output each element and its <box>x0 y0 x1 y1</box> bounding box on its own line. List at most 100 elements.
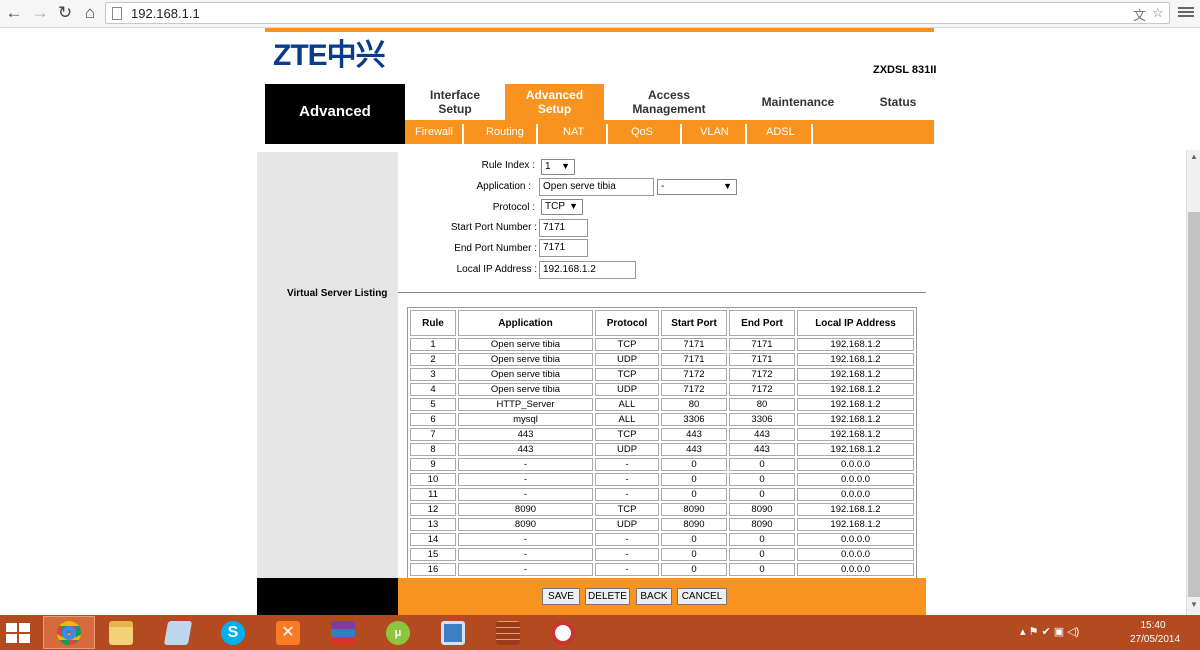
table-cell: 443 <box>729 428 795 441</box>
local-ip-label: Local IP Address : <box>456 264 537 275</box>
table-cell: 192.168.1.2 <box>797 518 914 531</box>
table-cell: HTTP_Server <box>458 398 593 411</box>
table-cell: 8090 <box>729 518 795 531</box>
scroll-up-icon[interactable]: ▲ <box>1187 152 1200 164</box>
system-tray[interactable]: ▴ ⚑ ✔ ▣ ◁) <box>1020 625 1079 638</box>
filezilla-icon[interactable] <box>537 616 589 649</box>
tab-access-management[interactable]: Access Management <box>610 84 728 120</box>
scroll-down-icon[interactable]: ▼ <box>1187 600 1200 612</box>
subtab-nat[interactable]: NAT <box>563 126 584 138</box>
rule-index-select[interactable]: 1 ▼ <box>541 159 575 175</box>
table-cell: - <box>458 458 593 471</box>
col-protocol: Protocol <box>595 310 659 336</box>
table-row: 7 443 TCP 443 443 192.168.1.2 <box>410 428 914 441</box>
tab-interface-setup[interactable]: Interface Setup <box>405 84 505 120</box>
table-cell: 0 <box>661 488 727 501</box>
back-button[interactable]: BACK <box>636 588 672 605</box>
table-cell: - <box>595 488 659 501</box>
table-cell: 192.168.1.2 <box>797 428 914 441</box>
remote-desktop-icon[interactable] <box>427 616 479 649</box>
forward-arrow-icon[interactable]: → <box>30 3 50 23</box>
table-cell: - <box>458 548 593 561</box>
table-row: 6 mysql ALL 3306 3306 192.168.1.2 <box>410 413 914 426</box>
save-button[interactable]: SAVE <box>542 588 580 605</box>
bottom-black-bar <box>257 578 398 615</box>
virtual-server-listing-title: Virtual Server Listing <box>287 288 388 299</box>
subtab-routing[interactable]: Routing <box>486 126 524 138</box>
home-icon[interactable]: ⌂ <box>80 3 100 23</box>
dropdown-arrow-icon: ▼ <box>561 161 570 171</box>
divider <box>462 124 464 144</box>
table-cell: 192.168.1.2 <box>797 503 914 516</box>
end-port-input[interactable]: 7171 <box>539 239 588 257</box>
notepad-icon[interactable] <box>152 616 204 649</box>
table-cell: TCP <box>595 503 659 516</box>
subtab-adsl[interactable]: ADSL <box>766 126 795 138</box>
utorrent-icon[interactable]: μ <box>372 616 424 649</box>
divider <box>680 124 682 144</box>
table-cell: - <box>458 563 593 576</box>
table-cell: ALL <box>595 398 659 411</box>
divider <box>811 124 813 144</box>
table-cell: 0 <box>729 488 795 501</box>
table-row: 4 Open serve tibia UDP 7172 7172 192.168.1.2 <box>410 383 914 396</box>
browser-toolbar: ← → ↻ ⌂ 192.168.1.1 文 ☆ <box>0 0 1200 28</box>
chrome-icon[interactable] <box>43 616 95 649</box>
select-value: - <box>661 181 665 192</box>
reload-icon[interactable]: ↻ <box>55 3 75 23</box>
col-local-ip: Local IP Address <box>797 310 914 336</box>
vertical-scrollbar[interactable]: ▲ ▼ <box>1186 150 1200 615</box>
local-ip-input[interactable]: 192.168.1.2 <box>539 261 636 279</box>
table-cell: - <box>595 548 659 561</box>
table-cell: 80 <box>661 398 727 411</box>
tab-label: Access <box>647 88 691 102</box>
table-cell: 8 <box>410 443 456 456</box>
table-row: 8 443 UDP 443 443 192.168.1.2 <box>410 443 914 456</box>
table-cell: 8090 <box>661 503 727 516</box>
table-cell: UDP <box>595 518 659 531</box>
table-cell: UDP <box>595 443 659 456</box>
protocol-select[interactable]: TCP ▼ <box>541 199 583 215</box>
table-cell: 0.0.0.0 <box>797 458 914 471</box>
clock-time: 15:40 <box>1140 620 1166 631</box>
bookmark-star-icon[interactable]: ☆ <box>1152 5 1164 21</box>
table-row: 5 HTTP_Server ALL 80 80 192.168.1.2 <box>410 398 914 411</box>
firewall-icon[interactable] <box>482 616 534 649</box>
application-label: Application : <box>476 181 531 192</box>
table-cell: 4 <box>410 383 456 396</box>
tab-maintenance[interactable]: Maintenance <box>745 84 851 120</box>
xampp-icon[interactable]: ✕ <box>262 616 314 649</box>
cancel-button[interactable]: CANCEL <box>677 588 727 605</box>
file-explorer-icon[interactable] <box>95 616 147 649</box>
table-cell: 0 <box>729 548 795 561</box>
table-cell: 0 <box>729 458 795 471</box>
windows-start-icon[interactable] <box>6 623 32 643</box>
tab-label: Advanced <box>525 88 584 102</box>
application-select[interactable]: - ▼ <box>657 179 737 195</box>
table-row: 15- -0 0 0.0.0.0 <box>410 548 914 561</box>
select-value: 1 <box>545 161 551 172</box>
winrar-icon[interactable] <box>317 616 369 649</box>
clock-date: 27/05/2014 <box>1130 634 1181 645</box>
delete-button[interactable]: DELETE <box>585 588 630 605</box>
menu-icon[interactable] <box>1178 5 1194 21</box>
scrollbar-thumb[interactable] <box>1188 212 1200 597</box>
table-cell: 11 <box>410 488 456 501</box>
subtab-firewall[interactable]: Firewall <box>415 126 453 138</box>
back-arrow-icon[interactable]: ← <box>4 3 24 23</box>
skype-icon[interactable]: S <box>207 616 259 649</box>
table-cell: 0.0.0.0 <box>797 473 914 486</box>
application-input[interactable]: Open serve tibia <box>539 178 654 196</box>
model-name: ZXDSL 831II <box>873 64 937 76</box>
table-cell: 443 <box>661 443 727 456</box>
table-cell: 12 <box>410 503 456 516</box>
subtab-vlan[interactable]: VLAN <box>700 126 729 138</box>
translate-icon[interactable]: 文 <box>1133 5 1146 24</box>
tab-advanced-setup[interactable]: Advanced Setup <box>505 84 604 120</box>
tab-status[interactable]: Status <box>865 84 931 120</box>
clock[interactable]: 15:40 27/05/2014 <box>1130 619 1181 647</box>
subtab-qos[interactable]: QoS <box>631 126 653 138</box>
start-port-input[interactable]: 7171 <box>539 219 588 237</box>
table-cell: 7172 <box>729 368 795 381</box>
address-bar[interactable]: 192.168.1.1 文 ☆ <box>105 2 1170 24</box>
